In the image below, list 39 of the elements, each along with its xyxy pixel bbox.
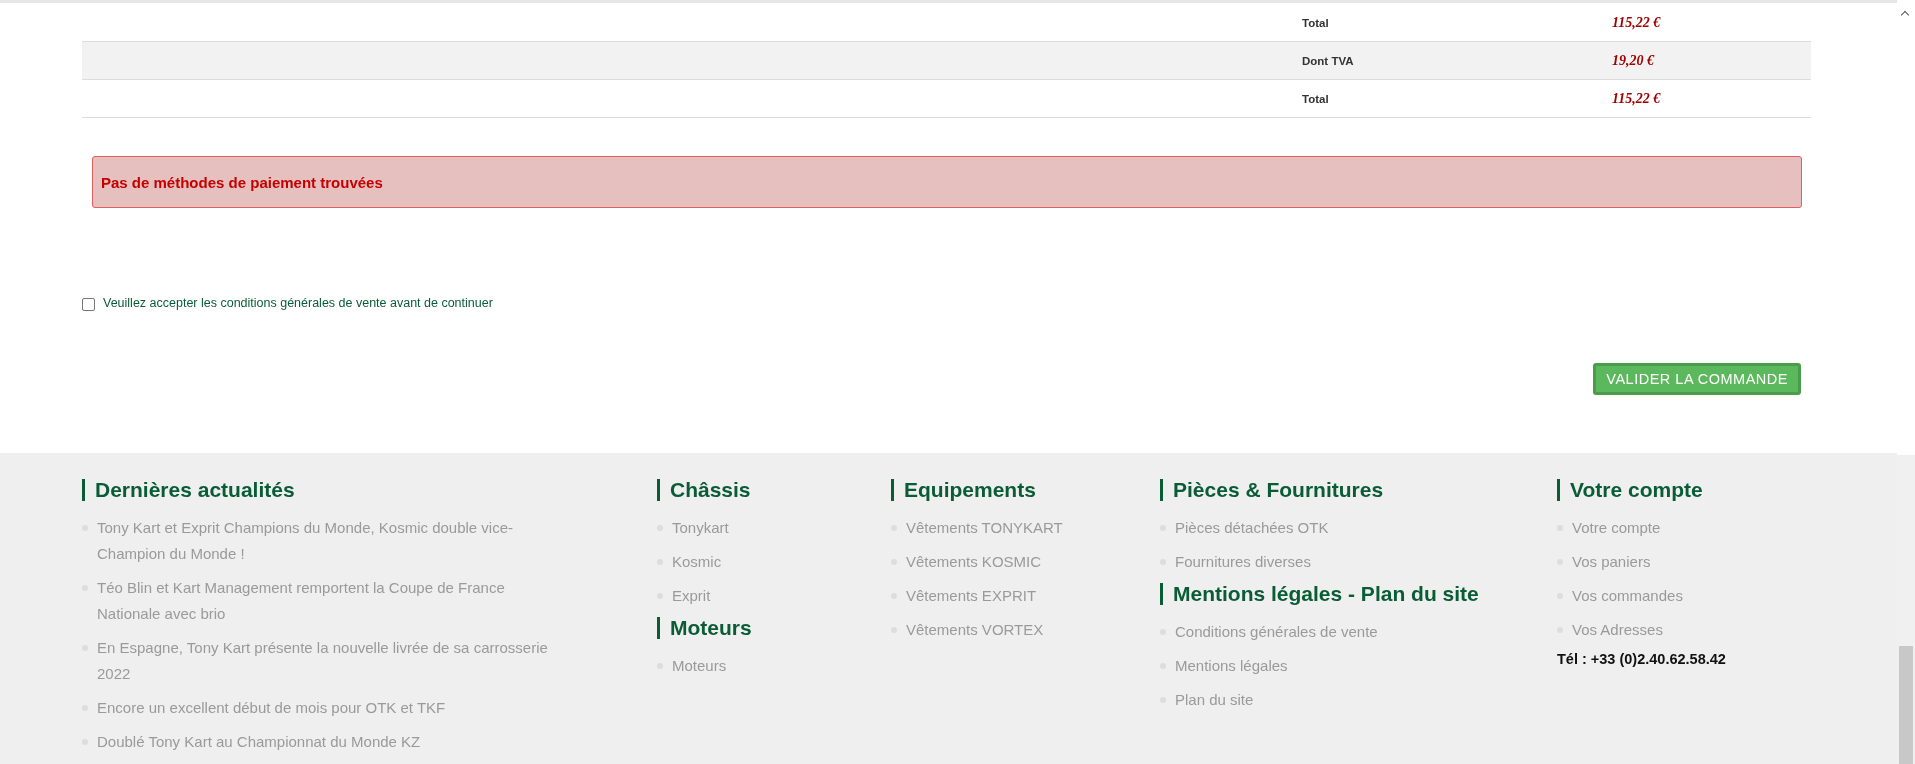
submit-order-button[interactable]: VALIDER LA COMMANDE [1593, 363, 1801, 395]
footer-link[interactable]: Conditions générales de vente [1175, 619, 1378, 645]
section-heading: Equipements [891, 479, 1160, 501]
footer-link[interactable]: Exprit [672, 583, 711, 609]
footer-link[interactable]: En Espagne, Tony Kart présente la nouvelle livrée de sa carrosserie 2022 [97, 635, 562, 687]
footer-link[interactable]: Moteurs [672, 653, 727, 679]
total-value: 19,20 € [1612, 52, 1654, 69]
footer-link[interactable]: Vêtements TONYKART [906, 515, 1063, 541]
footer-link[interactable]: Encore un excellent début de mois pour OTK et TKF [97, 695, 446, 721]
footer-link[interactable]: Doublé Tony Kart au Championnat du Monde KZ [97, 729, 421, 755]
footer-link[interactable]: Votre compte [1572, 515, 1661, 541]
footer-link[interactable]: Tony Kart et Exprit Champions du Monde, Kosmic double vice-Champion du Monde ! [97, 515, 562, 567]
footer-link[interactable]: Vêtements KOSMIC [906, 549, 1042, 575]
footer-link[interactable]: Téo Blin et Kart Management remportent la Coupe de France Nationale avec brio [97, 575, 562, 627]
scrollbar-thumb[interactable] [1899, 646, 1913, 764]
footer-link[interactable]: Pièces détachées OTK [1175, 515, 1329, 541]
error-alert: Pas de méthodes de paiement trouvées [92, 156, 1802, 208]
section-heading: Châssis [657, 479, 891, 501]
footer-link[interactable]: Vos commandes [1572, 583, 1683, 609]
section-heading: Pièces & Fournitures [1160, 479, 1557, 501]
footer-link[interactable]: Vêtements EXPRIT [906, 583, 1037, 609]
footer-link[interactable]: Kosmic [672, 549, 722, 575]
terms-label[interactable]: Veuillez accepter les conditions générales de vente avant de continuer [103, 296, 493, 310]
footer-link[interactable]: Plan du site [1175, 687, 1254, 713]
total-label: Total [1302, 16, 1330, 29]
footer-link[interactable]: Tonykart [672, 515, 729, 541]
footer-link[interactable]: Fournitures diverses [1175, 549, 1311, 575]
footer-link[interactable]: Mentions légales [1175, 653, 1288, 679]
total-value: 115,22 € [1612, 90, 1661, 107]
footer-link[interactable]: Vos Adresses [1572, 617, 1663, 643]
phone-number: Tél : +33 (0)2.40.62.58.42 [1557, 651, 1727, 667]
total-label: Dont TVA [1302, 54, 1355, 67]
section-heading: Dernières actualités [82, 479, 657, 501]
total-value: 115,22 € [1612, 14, 1661, 31]
footer-link[interactable]: Vêtements VORTEX [906, 617, 1044, 643]
total-label: Total [1302, 92, 1330, 105]
terms-checkbox[interactable] [82, 298, 95, 311]
section-heading: Votre compte [1557, 479, 1877, 501]
footer-link[interactable]: Vos paniers [1572, 549, 1651, 575]
